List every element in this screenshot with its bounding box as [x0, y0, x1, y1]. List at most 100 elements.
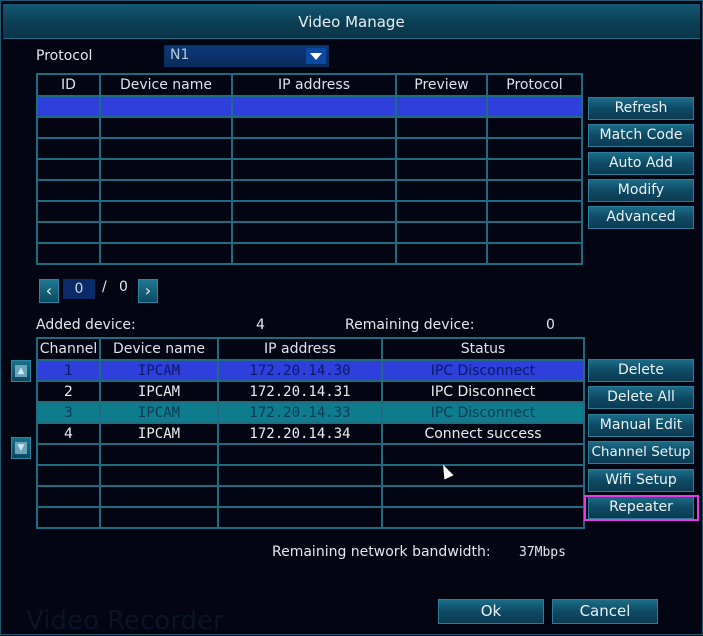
channel-cell	[36, 485, 101, 508]
device-name-cell	[99, 443, 219, 466]
column-header: Device name	[99, 73, 233, 97]
table-row[interactable]	[36, 158, 583, 181]
table-row[interactable]	[36, 116, 583, 139]
column-header: ID	[36, 73, 101, 97]
table-row[interactable]	[36, 221, 583, 244]
protocol-select[interactable]: N1	[164, 45, 329, 67]
table-row[interactable]	[36, 443, 585, 466]
channel-cell	[36, 464, 101, 487]
delete-button[interactable]: Delete	[588, 359, 694, 382]
page-total: 0	[119, 279, 128, 295]
table-row[interactable]: 3 IPCAM 172.20.14.33 IPC Disconnect	[36, 401, 585, 424]
table-row[interactable]: 1 IPCAM 172.20.14.30 IPC Disconnect	[36, 359, 585, 382]
column-header: IP address	[217, 337, 383, 361]
watermark-text: Video Recorder	[26, 606, 224, 636]
table-row[interactable]	[36, 242, 583, 265]
table-row[interactable]	[36, 485, 585, 508]
table-cell	[36, 200, 101, 223]
table-cell	[395, 137, 488, 160]
device-name-cell: IPCAM	[99, 422, 219, 445]
device-name-cell	[99, 506, 219, 529]
table-cell	[36, 116, 101, 139]
table-row[interactable]	[36, 506, 585, 529]
table-row[interactable]: 4 IPCAM 172.20.14.34 Connect success	[36, 422, 585, 445]
table-cell	[99, 137, 233, 160]
table-cell	[231, 221, 397, 244]
table-cell	[36, 137, 101, 160]
table-cell	[231, 137, 397, 160]
chevron-left-icon: ‹	[45, 281, 53, 300]
table-row[interactable]	[36, 179, 583, 202]
chevron-right-icon: ›	[144, 281, 152, 300]
device-name-cell: IPCAM	[99, 380, 219, 403]
table-cell	[36, 95, 101, 118]
auto-add-button[interactable]: Auto Add	[588, 151, 694, 175]
table-cell	[395, 221, 488, 244]
column-header: IP address	[231, 73, 397, 97]
column-header: Status	[381, 337, 585, 361]
arrow-up-icon: ▲	[15, 365, 27, 377]
table-cell	[99, 242, 233, 265]
channel-cell: 3	[36, 401, 101, 424]
search-device-table: ID Device name IP address Preview Protocol	[36, 73, 583, 265]
video-manage-dialog: Video Manage Protocol N1 ID Device name IP…	[0, 0, 703, 636]
table-cell	[486, 242, 583, 265]
table-cell	[486, 221, 583, 244]
table-row[interactable]	[36, 464, 585, 487]
channel-cell: 1	[36, 359, 101, 382]
delete-all-button[interactable]: Delete All	[588, 386, 694, 410]
table-cell	[231, 242, 397, 265]
table-cell	[231, 200, 397, 223]
table-row[interactable]	[36, 200, 583, 223]
added-device-table: Channel Device name IP address Status 1 IPCA…	[36, 337, 585, 529]
added-table-header: Channel Device name IP address Status	[36, 337, 585, 361]
modify-button[interactable]: Modify	[588, 178, 694, 202]
ip-address-cell: 172.20.14.31	[217, 380, 383, 403]
column-header: Protocol	[486, 73, 583, 97]
added-device-label: Added device:	[36, 317, 136, 333]
wifi-setup-button[interactable]: Wifi Setup	[588, 468, 694, 492]
table-cell	[395, 242, 488, 265]
column-header: Preview	[395, 73, 488, 97]
table-row[interactable]: 2 IPCAM 172.20.14.31 IPC Disconnect	[36, 380, 585, 403]
table-row[interactable]	[36, 95, 583, 118]
status-cell	[381, 485, 585, 508]
status-cell	[381, 506, 585, 529]
table-cell	[231, 116, 397, 139]
table-cell	[36, 158, 101, 181]
channel-cell	[36, 443, 101, 466]
ip-address-cell	[217, 506, 383, 529]
advanced-button[interactable]: Advanced	[588, 206, 694, 230]
table-cell	[99, 200, 233, 223]
device-name-cell	[99, 485, 219, 508]
refresh-button[interactable]: Refresh	[588, 97, 694, 120]
scroll-up-button[interactable]: ▲	[11, 360, 31, 382]
page-current-input[interactable]: 0	[63, 279, 95, 299]
status-cell	[381, 464, 585, 487]
table-cell	[395, 116, 488, 139]
table-cell	[486, 95, 583, 118]
table-cell	[486, 179, 583, 202]
manual-edit-button[interactable]: Manual Edit	[588, 413, 694, 437]
table-cell	[395, 158, 488, 181]
ip-address-cell: 172.20.14.33	[217, 401, 383, 424]
table-cell	[486, 116, 583, 139]
table-row[interactable]	[36, 137, 583, 160]
channel-setup-button[interactable]: Channel Setup	[588, 441, 694, 465]
prev-page-button[interactable]: ‹	[39, 279, 59, 303]
table-cell	[486, 200, 583, 223]
next-page-button[interactable]: ›	[138, 279, 158, 303]
scroll-down-button[interactable]: ▼	[11, 437, 31, 459]
repeater-highlight-annotation	[584, 495, 699, 521]
table-cell	[99, 116, 233, 139]
status-cell: IPC Disconnect	[381, 401, 585, 424]
table-cell	[36, 179, 101, 202]
table-cell	[99, 221, 233, 244]
bandwidth-value: 37Mbps	[519, 545, 566, 560]
channel-cell: 2	[36, 380, 101, 403]
ok-button[interactable]: Ok	[438, 599, 544, 624]
chevron-down-icon[interactable]	[306, 48, 326, 64]
device-name-cell: IPCAM	[99, 401, 219, 424]
match-code-button[interactable]: Match Code	[588, 124, 694, 148]
cancel-button[interactable]: Cancel	[552, 599, 658, 624]
